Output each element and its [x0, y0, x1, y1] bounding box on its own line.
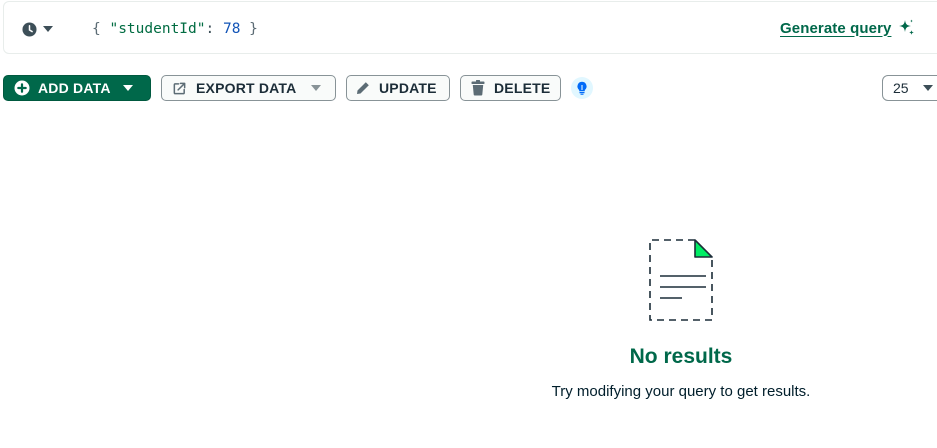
query-insights-button[interactable]: [571, 77, 593, 99]
export-data-button[interactable]: EXPORT DATA: [161, 75, 336, 101]
lightbulb-icon: [577, 81, 587, 95]
query-bar: { "studentId": 78 } Generate query: [3, 1, 937, 54]
caret-down-icon: [122, 85, 133, 91]
page-size-select[interactable]: 25: [882, 75, 937, 101]
query-history-button[interactable]: [22, 19, 53, 39]
page-size-value: 25: [893, 80, 909, 96]
documents-view: { "studentId": 78 } Generate query ADD D…: [0, 0, 937, 448]
query-value: 78: [222, 21, 241, 37]
clock-icon: [22, 21, 37, 37]
caret-down-icon: [311, 85, 322, 91]
chevron-down-icon: [922, 85, 933, 91]
query-close-brace: }: [249, 21, 258, 37]
query-colon: :: [205, 21, 215, 37]
update-button[interactable]: UPDATE: [346, 75, 450, 101]
export-icon: [173, 82, 186, 94]
documents-toolbar: ADD DATA EXPORT DATA UPDATE DELETE 25: [0, 75, 937, 103]
add-data-button[interactable]: ADD DATA: [3, 75, 151, 101]
generate-query-link[interactable]: Generate query: [780, 18, 916, 38]
trash-icon: [471, 80, 485, 96]
export-data-label: EXPORT DATA: [196, 80, 297, 96]
add-data-label: ADD DATA: [38, 80, 111, 96]
query-open-brace: {: [92, 21, 101, 37]
update-label: UPDATE: [379, 80, 437, 96]
empty-state-subtitle: Try modifying your query to get results.: [551, 383, 811, 400]
chevron-down-icon: [43, 26, 53, 32]
empty-state: No results Try modifying your query to g…: [480, 236, 882, 402]
sparkle-icon: [899, 19, 915, 35]
query-key: "studentId": [109, 21, 206, 37]
generate-query-label: Generate query: [780, 19, 892, 37]
empty-state-title: No results: [629, 345, 733, 368]
delete-label: DELETE: [494, 80, 551, 96]
query-filter-input[interactable]: { "studentId": 78 }: [92, 18, 258, 40]
plus-circle-icon: [14, 80, 30, 96]
pencil-icon: [357, 82, 369, 94]
document-icon: [649, 239, 713, 321]
delete-button[interactable]: DELETE: [460, 75, 561, 101]
